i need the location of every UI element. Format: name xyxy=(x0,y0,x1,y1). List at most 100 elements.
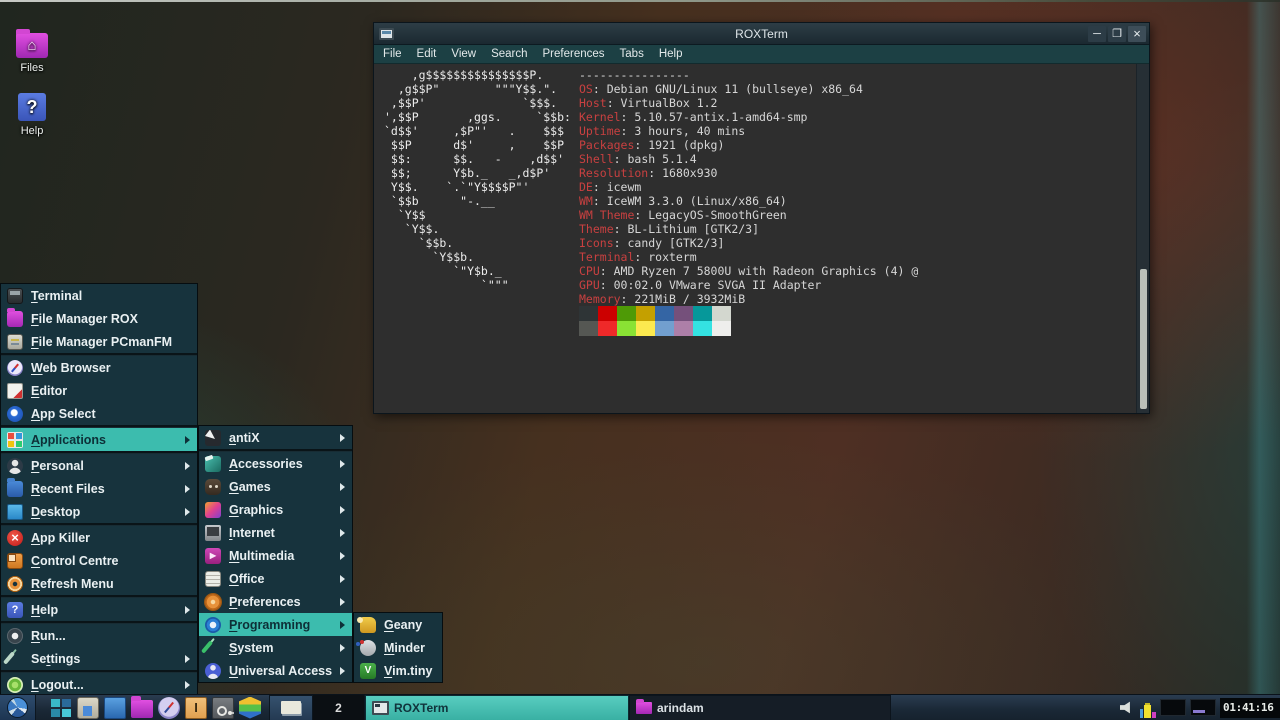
desktop-icon-files[interactable]: Files xyxy=(0,33,64,74)
menu-item-label: File Manager ROX xyxy=(31,312,138,326)
task-arindam[interactable]: arindam xyxy=(629,695,891,720)
volume-icon[interactable] xyxy=(1120,701,1136,714)
workspace-1-button[interactable] xyxy=(269,695,313,720)
neofetch-value: : LegacyOS-SmoothGreen xyxy=(634,208,786,222)
submenu-item-office[interactable]: Office xyxy=(199,567,352,590)
menubar-item-edit[interactable]: Edit xyxy=(417,48,437,60)
neofetch-value: : 5.10.57-antix.1-amd64-smp xyxy=(621,110,808,124)
menu-item-control-centre[interactable]: Control Centre xyxy=(1,549,197,572)
task-roxterm[interactable]: ROXTerm xyxy=(365,695,629,720)
neofetch-line-wm: WM: IceWM 3.3.0 (Linux/x86_64) xyxy=(579,194,918,208)
menu-item-desktop[interactable]: Desktop xyxy=(1,500,197,523)
neofetch-label: Terminal xyxy=(579,250,634,264)
recent-files-icon xyxy=(7,481,23,497)
show-desktop-icon[interactable] xyxy=(50,697,72,719)
menu-item-file-manager-rox[interactable]: File Manager ROX xyxy=(1,307,197,330)
titlebar[interactable]: ROXTerm ─ ❐ × xyxy=(374,23,1149,45)
start-menu-button[interactable] xyxy=(0,695,36,720)
menubar-item-view[interactable]: View xyxy=(451,48,476,60)
menu-item-personal[interactable]: Personal xyxy=(1,454,197,477)
desktop-icon-help[interactable]: Help xyxy=(0,93,64,137)
neofetch-label: Packages xyxy=(579,138,634,152)
menu-item-web-browser[interactable]: Web Browser xyxy=(1,356,197,379)
screenshot-key-icon[interactable] xyxy=(212,697,234,719)
file-blue-icon[interactable] xyxy=(104,697,126,719)
menubar-item-search[interactable]: Search xyxy=(491,48,527,60)
folder-rox-icon xyxy=(7,311,23,327)
menu-item-label: Multimedia xyxy=(229,549,294,563)
menu-item-app-killer[interactable]: App Killer xyxy=(1,526,197,549)
neofetch-label: CPU xyxy=(579,264,600,278)
menu-item-terminal[interactable]: Terminal xyxy=(1,284,197,307)
layers-icon[interactable] xyxy=(239,697,261,719)
scrollbar[interactable] xyxy=(1136,64,1149,413)
text-editor-icon[interactable] xyxy=(185,697,207,719)
submenu-item-minder[interactable]: Minder xyxy=(354,636,442,659)
menu-item-run[interactable]: Run... xyxy=(1,624,197,647)
minimize-button[interactable]: ─ xyxy=(1088,26,1106,42)
menu-item-label: Recent Files xyxy=(31,482,105,496)
close-button[interactable]: × xyxy=(1128,26,1146,42)
menubar-item-preferences[interactable]: Preferences xyxy=(543,48,605,60)
palette-color-swatch xyxy=(636,321,655,336)
maximize-button[interactable]: ❐ xyxy=(1108,26,1126,42)
neofetch-label: Shell xyxy=(579,152,614,166)
submenu-item-graphics[interactable]: Graphics xyxy=(199,498,352,521)
rox-folder-icon[interactable] xyxy=(131,700,153,718)
submenu-item-system[interactable]: System xyxy=(199,636,352,659)
window-title: ROXTerm xyxy=(374,27,1149,41)
submenu-arrow-icon xyxy=(185,508,190,516)
submenu-arrow-icon xyxy=(340,552,345,560)
submenu-item-accessories[interactable]: Accessories xyxy=(199,452,352,475)
submenu-item-preferences[interactable]: Preferences xyxy=(199,590,352,613)
submenu-item-universal-access[interactable]: Universal Access xyxy=(199,659,352,682)
submenu-arrow-icon xyxy=(185,681,190,689)
submenu-arrow-icon xyxy=(340,667,345,675)
submenu-item-programming[interactable]: Programming xyxy=(199,613,352,636)
scrollbar-thumb[interactable] xyxy=(1140,269,1147,409)
clipboard-icon[interactable] xyxy=(77,697,99,719)
submenu-arrow-icon xyxy=(340,575,345,583)
submenu-item-antix[interactable]: antiX xyxy=(199,426,352,449)
office-icon xyxy=(205,571,221,587)
terminal-content[interactable]: ,g$$$$$$$$$$$$$$$P. ,g$$P" """Y$$.". ,$$… xyxy=(374,64,1149,413)
menu-item-file-manager-pcmanfm[interactable]: File Manager PCmanFM xyxy=(1,330,197,353)
submenu-arrow-icon xyxy=(185,485,190,493)
web-browser-icon xyxy=(7,360,23,376)
task-list: ROXTerm arindam xyxy=(365,695,891,720)
menu-item-help[interactable]: Help xyxy=(1,598,197,621)
menu-item-label: Office xyxy=(229,572,264,586)
browser-compass-icon[interactable] xyxy=(158,697,180,719)
multimedia-icon xyxy=(205,548,221,564)
menu-item-editor[interactable]: Editor xyxy=(1,379,197,402)
submenu-item-geany[interactable]: Geany xyxy=(354,613,442,636)
workspace-2-button[interactable]: 2 xyxy=(313,695,365,720)
menu-item-app-select[interactable]: App Select xyxy=(1,402,197,425)
neofetch-value: : 1921 (dpkg) xyxy=(634,138,724,152)
menubar-item-help[interactable]: Help xyxy=(659,48,683,60)
cpu-monitor xyxy=(1140,698,1156,718)
menu-item-recent-files[interactable]: Recent Files xyxy=(1,477,197,500)
preferences-icon xyxy=(205,594,221,610)
menubar-item-file[interactable]: File xyxy=(383,48,402,60)
neofetch-value: : IceWM 3.3.0 (Linux/x86_64) xyxy=(593,194,787,208)
menu-item-label: Applications xyxy=(31,433,106,447)
menubar-item-tabs[interactable]: Tabs xyxy=(620,48,644,60)
submenu-item-multimedia[interactable]: Multimedia xyxy=(199,544,352,567)
menu-item-refresh-menu[interactable]: Refresh Menu xyxy=(1,572,197,595)
menu-item-logout[interactable]: Logout... xyxy=(1,673,197,696)
neofetch-value: : candy [GTK2/3] xyxy=(614,236,725,250)
submenu-item-internet[interactable]: Internet xyxy=(199,521,352,544)
menu-item-applications[interactable]: Applications xyxy=(1,428,197,451)
menu-item-label: Run... xyxy=(31,629,66,643)
antix-logo-icon xyxy=(7,697,28,718)
palette-color-swatch xyxy=(674,306,693,321)
task-label: ROXTerm xyxy=(394,701,448,715)
neofetch-line-os: OS: Debian GNU/Linux 11 (bullseye) x86_6… xyxy=(579,82,918,96)
menu-item-settings[interactable]: Settings xyxy=(1,647,197,670)
submenu-item-vim-tiny[interactable]: Vim.tiny xyxy=(354,659,442,682)
submenu-arrow-icon xyxy=(340,460,345,468)
files-folder-icon xyxy=(16,33,48,58)
submenu-arrow-icon xyxy=(185,462,190,470)
submenu-item-games[interactable]: Games xyxy=(199,475,352,498)
